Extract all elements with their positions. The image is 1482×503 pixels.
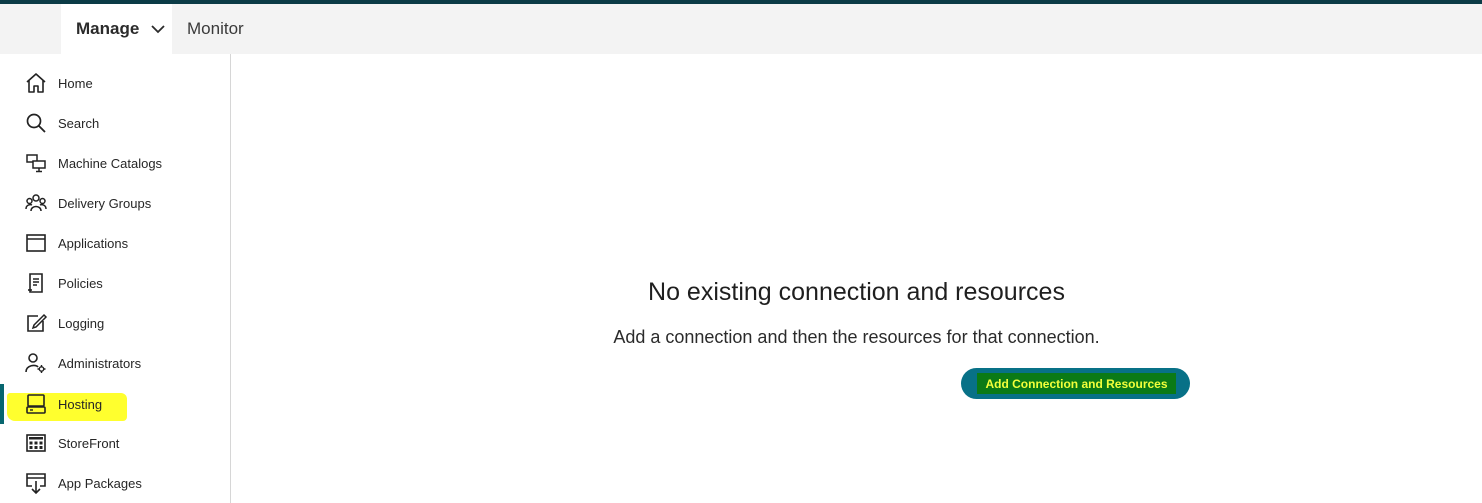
applications-icon [24, 231, 48, 255]
administrators-icon [24, 351, 48, 375]
sidebar-item-hosting[interactable]: Hosting [0, 384, 230, 424]
sidebar-item-delivery-groups[interactable]: Delivery Groups [0, 183, 230, 223]
sidebar-item-label: StoreFront [58, 435, 120, 451]
sidebar-item-label: Search [58, 115, 100, 131]
sidebar-item-administrators[interactable]: Administrators [0, 343, 230, 383]
chevron-down-icon[interactable] [150, 22, 166, 36]
sidebar-item-label: Logging [58, 315, 105, 331]
sidebar-item-label: Administrators [58, 355, 142, 371]
sidebar-item-machine-catalogs[interactable]: Machine Catalogs [0, 143, 230, 183]
sidebar-item-label: Machine Catalogs [58, 155, 163, 171]
tab-manage[interactable]: Manage [61, 4, 172, 54]
empty-state-subtitle: Add a connection and then the resources … [613, 327, 1100, 347]
top-navigation-bar: Manage Monitor [0, 4, 1482, 54]
hosting-icon [24, 392, 48, 416]
machine-catalogs-icon [24, 151, 48, 175]
manage-tab-label: Manage [76, 19, 140, 38]
sidebar-item-label: Hosting [58, 396, 103, 412]
sidebar-item-label: App Packages [58, 475, 142, 491]
sidebar-item-label: Home [58, 75, 93, 91]
sidebar-item-search[interactable]: Search [0, 103, 230, 143]
app-packages-icon [24, 471, 48, 495]
add-connection-button-label: Add Connection and Resources [977, 373, 1176, 394]
sidebar-item-home[interactable]: Home [0, 63, 230, 103]
sidebar-item-label: Delivery Groups [58, 195, 152, 211]
logging-icon [24, 311, 48, 335]
policies-icon [24, 271, 48, 295]
empty-state-title: No existing connection and resources [648, 278, 1065, 306]
tab-monitor[interactable]: Monitor [172, 4, 259, 54]
sidebar-item-label: Policies [58, 275, 103, 291]
delivery-groups-icon [24, 191, 48, 215]
home-icon [24, 71, 48, 95]
sidebar-item-storefront[interactable]: StoreFront [0, 423, 230, 463]
search-icon [24, 111, 48, 135]
sidebar-item-applications[interactable]: Applications [0, 223, 230, 263]
add-connection-and-resources-button[interactable]: Add Connection and Resources [961, 368, 1190, 399]
sidebar-item-policies[interactable]: Policies [0, 263, 230, 303]
storefront-icon [24, 431, 48, 455]
sidebar-item-app-packages[interactable]: App Packages [0, 463, 230, 503]
monitor-tab-label: Monitor [187, 19, 244, 38]
sidebar-item-logging[interactable]: Logging [0, 303, 230, 343]
sidebar-item-label: Applications [58, 235, 129, 251]
